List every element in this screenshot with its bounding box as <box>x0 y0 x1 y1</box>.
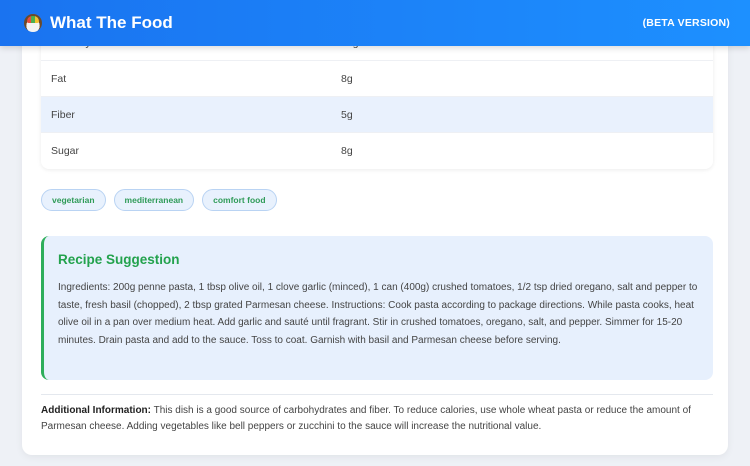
result-card: Carbohydrates 90g Fat 8g Fiber 5g Sugar … <box>22 0 728 455</box>
food-bowl-icon <box>24 14 42 32</box>
tag-mediterranean[interactable]: mediterranean <box>113 189 195 211</box>
nutrition-table: Carbohydrates 90g Fat 8g Fiber 5g Sugar … <box>41 25 713 169</box>
app-title: What The Food <box>50 13 173 32</box>
tag-list: vegetarian mediterranean comfort food <box>41 189 285 211</box>
table-row: Fiber 5g <box>41 97 713 133</box>
beta-badge: (BETA VERSION) <box>642 17 730 29</box>
nutrient-name: Sugar <box>51 145 80 157</box>
table-row: Fat 8g <box>41 61 713 97</box>
additional-information: Additional Information: This dish is a g… <box>41 403 713 435</box>
recipe-title: Recipe Suggestion <box>58 252 180 267</box>
brand[interactable]: What The Food <box>24 13 173 33</box>
nutrient-value: 8g <box>341 72 353 85</box>
recipe-suggestion: Recipe Suggestion Ingredients: 200g penn… <box>41 236 713 380</box>
nutrient-name: Fat <box>51 72 67 85</box>
nutrient-name: Fiber <box>51 108 75 121</box>
recipe-text: Ingredients: 200g penne pasta, 1 tbsp ol… <box>58 282 698 346</box>
app-header: What The Food (BETA VERSION) <box>0 0 750 46</box>
table-row: Sugar 8g <box>41 133 713 169</box>
tag-vegetarian[interactable]: vegetarian <box>41 189 106 211</box>
additional-label: Additional Information: <box>41 405 151 416</box>
tag-comfort-food[interactable]: comfort food <box>202 189 277 211</box>
divider <box>41 394 713 395</box>
nutrient-value: 5g <box>341 108 353 121</box>
nutrient-value: 8g <box>341 145 353 157</box>
